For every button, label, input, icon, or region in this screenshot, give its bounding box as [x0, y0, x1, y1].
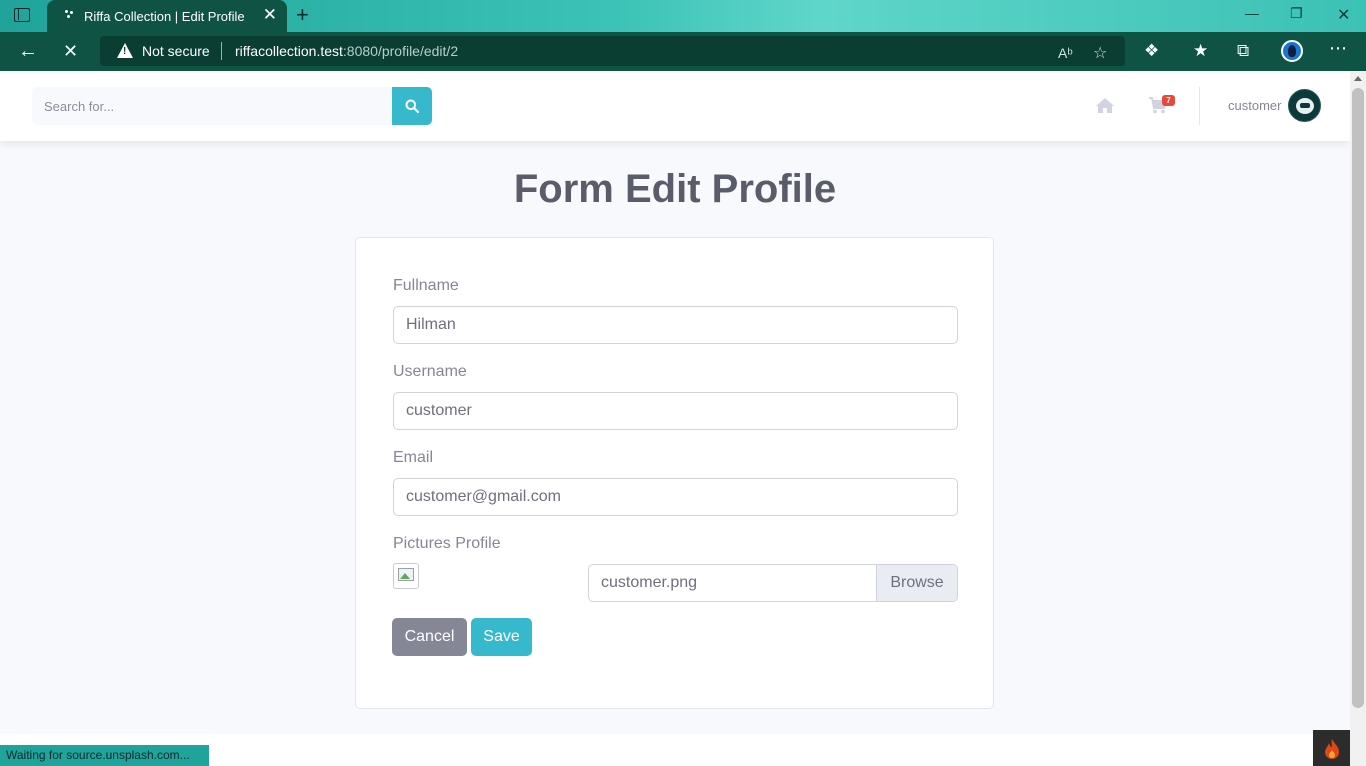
- warning-mark: !: [123, 46, 127, 57]
- close-tab-icon[interactable]: ✕: [263, 6, 277, 24]
- new-tab-button[interactable]: +: [296, 4, 309, 26]
- stop-loading-icon[interactable]: ✕: [63, 40, 78, 62]
- page-scrollbar[interactable]: [1350, 71, 1366, 766]
- url-text[interactable]: riffacollection.test:8080/profile/edit/2: [235, 43, 458, 59]
- add-favorite-icon[interactable]: ☆: [1093, 43, 1107, 63]
- browser-tab-bar: Riffa Collection | Edit Profile ✕ + — ❐ …: [0, 0, 1366, 32]
- picture-file-input[interactable]: customer.png Browse: [588, 564, 958, 602]
- page-viewport: 7 customer Form Edit Profile Fullname Us…: [0, 71, 1350, 766]
- fullname-field[interactable]: [393, 306, 958, 344]
- restore-icon[interactable]: ❐: [1290, 5, 1303, 22]
- security-label[interactable]: Not secure: [142, 43, 210, 59]
- broken-image-icon: [393, 563, 419, 589]
- search-icon: [405, 99, 419, 113]
- cart-count-badge: 7: [1162, 95, 1175, 106]
- search-button[interactable]: [392, 87, 432, 125]
- page-title: Form Edit Profile: [513, 167, 837, 211]
- extensions-icon[interactable]: ❖: [1144, 41, 1159, 61]
- picture-label: Pictures Profile: [393, 535, 501, 552]
- edit-profile-card: Fullname Username Email Pictures Profile…: [355, 237, 994, 709]
- topbar: 7 customer: [0, 71, 1350, 141]
- minimize-icon[interactable]: —: [1245, 5, 1259, 21]
- search-form: [32, 87, 432, 125]
- save-button[interactable]: Save: [471, 618, 532, 656]
- back-icon[interactable]: ←: [18, 40, 38, 62]
- topbar-divider: [1199, 87, 1200, 125]
- debug-toolbar-button[interactable]: [1313, 730, 1350, 766]
- flame-icon: [1325, 739, 1339, 759]
- favorites-icon[interactable]: ★: [1193, 41, 1208, 61]
- browser-tab[interactable]: Riffa Collection | Edit Profile ✕: [47, 0, 287, 32]
- close-window-icon[interactable]: ✕: [1337, 5, 1350, 25]
- browser-address-bar: ← ✕ ! Not secure riffacollection.test:80…: [0, 32, 1366, 71]
- username-field[interactable]: [393, 392, 958, 430]
- url-field[interactable]: ! Not secure riffacollection.test:8080/p…: [100, 36, 1125, 66]
- file-name: customer.png: [601, 574, 698, 591]
- scroll-up-icon[interactable]: [1354, 76, 1362, 81]
- read-aloud-icon[interactable]: Aᵇ: [1058, 45, 1073, 61]
- user-name[interactable]: customer: [1228, 98, 1281, 113]
- tab-actions-icon[interactable]: [14, 8, 30, 22]
- fullname-label: Fullname: [393, 277, 459, 294]
- search-input[interactable]: [32, 87, 392, 125]
- browse-button[interactable]: Browse: [876, 565, 957, 601]
- email-label: Email: [393, 449, 434, 466]
- avatar[interactable]: [1288, 89, 1321, 122]
- browser-profile-icon[interactable]: [1281, 40, 1303, 62]
- url-path: :8080/profile/edit/2: [342, 43, 459, 59]
- loading-icon: [65, 10, 75, 20]
- collections-icon[interactable]: ⧉: [1237, 41, 1249, 61]
- status-bar: Waiting for source.unsplash.com...: [0, 745, 209, 766]
- url-divider: [221, 42, 222, 60]
- more-menu-icon[interactable]: ⋯: [1329, 38, 1347, 59]
- home-icon[interactable]: [1095, 97, 1115, 114]
- url-host: riffacollection.test: [235, 43, 343, 59]
- email-field[interactable]: [393, 478, 958, 516]
- scroll-thumb[interactable]: [1352, 88, 1364, 708]
- cancel-button[interactable]: Cancel: [392, 618, 467, 656]
- username-label: Username: [393, 363, 467, 380]
- tab-title: Riffa Collection | Edit Profile: [84, 9, 245, 24]
